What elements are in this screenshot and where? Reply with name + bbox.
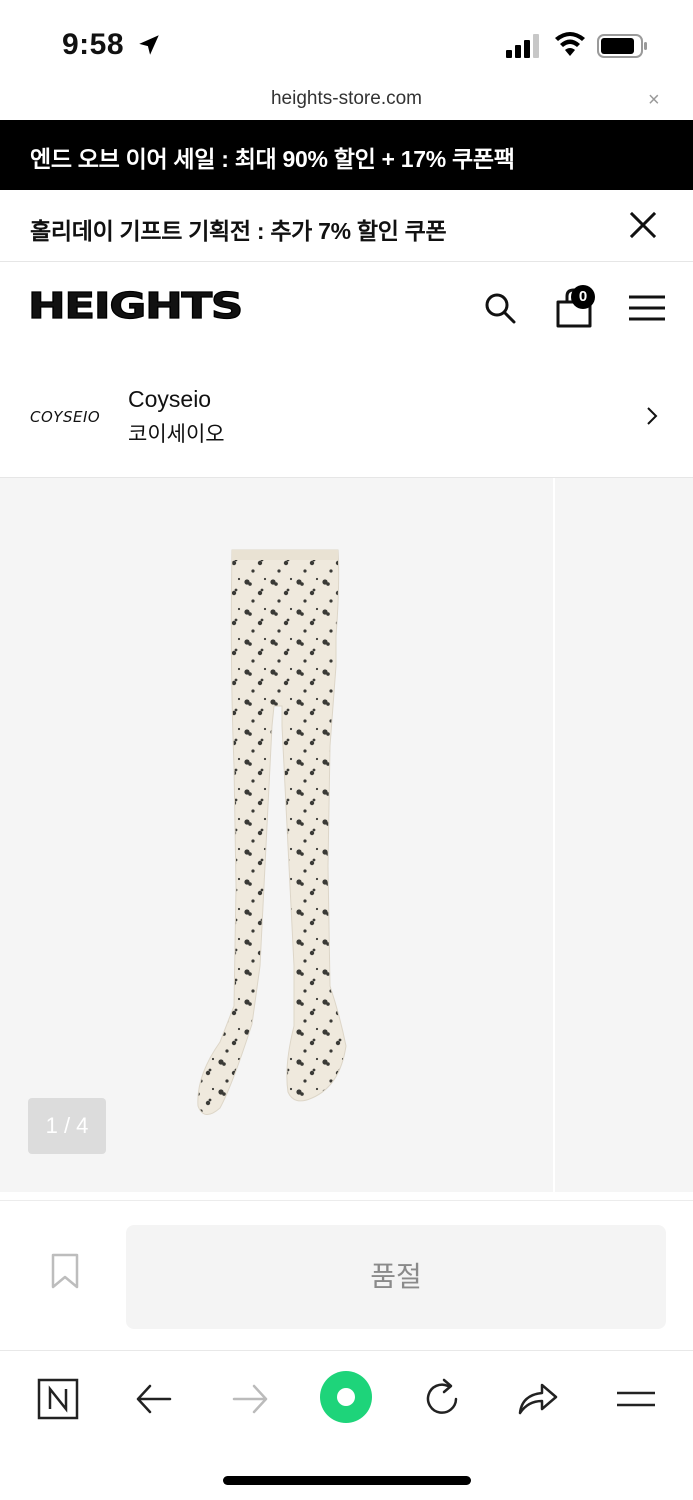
hamburger-menu-icon[interactable]	[628, 294, 666, 322]
url-bar[interactable]: heights-store.com ×	[0, 84, 693, 120]
bookmark-icon[interactable]	[50, 1253, 80, 1289]
holiday-banner[interactable]: 홀리데이 기프트 기획전 : 추가 7% 할인 쿠폰	[0, 190, 693, 262]
cellular-signal-icon	[506, 34, 539, 58]
gallery-divider	[553, 478, 555, 1192]
status-time: 9:58	[62, 28, 125, 61]
share-icon[interactable]	[514, 1375, 562, 1423]
reload-icon[interactable]	[418, 1375, 466, 1423]
cart-count-badge: 0	[571, 285, 595, 309]
forward-arrow-icon[interactable]	[226, 1375, 274, 1423]
browser-menu-icon[interactable]	[612, 1375, 660, 1423]
soldout-button[interactable]: 품절	[126, 1225, 666, 1329]
home-indicator	[223, 1476, 471, 1485]
purchase-bar: 품절	[0, 1200, 693, 1350]
brand-name-en: Coyseio	[128, 386, 212, 412]
wifi-icon	[555, 32, 585, 56]
brand-logo: COYSEIO	[30, 408, 101, 426]
search-icon[interactable]	[482, 290, 518, 326]
sale-banner[interactable]: 엔드 오브 이어 세일 : 최대 90% 할인 + 17% 쿠폰팩	[0, 120, 693, 190]
back-arrow-icon[interactable]	[130, 1375, 178, 1423]
chevron-right-icon[interactable]	[644, 406, 660, 426]
site-header: HEIGHTS	[0, 262, 693, 358]
url-text[interactable]: heights-store.com	[0, 88, 693, 110]
product-image-tights[interactable]	[190, 546, 360, 1124]
image-counter: 1 / 4	[28, 1098, 106, 1154]
heights-logo[interactable]: HEIGHTS	[27, 288, 276, 325]
brand-link[interactable]: COYSEIO Coyseio 코이세이오	[0, 358, 693, 478]
product-gallery[interactable]: 1 / 4	[0, 478, 693, 1192]
location-arrow-icon	[139, 35, 159, 55]
green-record-icon[interactable]	[318, 1369, 374, 1425]
holiday-banner-text[interactable]: 홀리데이 기프트 기획전 : 추가 7% 할인 쿠폰	[30, 212, 447, 246]
naver-home-icon[interactable]	[34, 1375, 82, 1423]
sale-banner-text[interactable]: 엔드 오브 이어 세일 : 최대 90% 할인 + 17% 쿠폰팩	[30, 140, 515, 174]
battery-icon	[597, 34, 647, 58]
logo-text[interactable]: HEIGHTS	[27, 288, 244, 325]
close-icon[interactable]	[627, 209, 659, 241]
status-bar: 9:58	[0, 0, 693, 84]
url-close-icon[interactable]: ×	[648, 90, 660, 110]
brand-name-ko: 코이세이오	[128, 423, 225, 446]
